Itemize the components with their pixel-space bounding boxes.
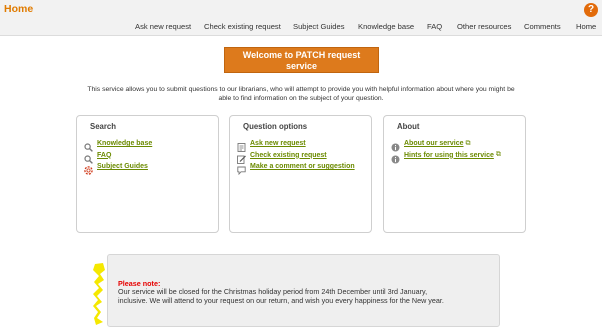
magnifier-icon (84, 139, 93, 152)
subject-guides-link[interactable]: Subject Guides (97, 163, 148, 170)
about-item-hints[interactable]: Hints for using this service ⧉ (391, 150, 501, 163)
search-item-subject-guides[interactable]: Subject Guides (84, 161, 152, 175)
options-item-ask-new-request[interactable]: Ask new request (237, 138, 355, 152)
ask-new-request-link[interactable]: Ask new request (250, 140, 306, 147)
question-options-title: Question options (243, 122, 308, 131)
faq-link[interactable]: FAQ (97, 152, 111, 159)
search-item-knowledge-base[interactable]: Knowledge base (84, 138, 152, 152)
nav-comments[interactable]: Comments (524, 22, 561, 31)
question-options-panel: Question options Ask new request Check e… (229, 115, 372, 233)
search-panel-title: Search (90, 122, 117, 131)
nav-home[interactable]: Home (576, 22, 596, 31)
nav-other-resources[interactable]: Other resources (457, 22, 511, 31)
external-link-icon: ⧉ (495, 151, 501, 158)
top-bar: Home ? Ask new request Check existing re… (0, 0, 602, 36)
nav-subject-guides[interactable]: Subject Guides (293, 22, 345, 31)
make-comment-link[interactable]: Make a comment or suggestion (250, 163, 355, 170)
about-panel-title: About (397, 122, 420, 131)
about-our-service-link[interactable]: About our service (404, 140, 464, 147)
search-item-faq[interactable]: FAQ (84, 150, 152, 164)
nav-ask-new-request[interactable]: Ask new request (135, 22, 191, 31)
home-title[interactable]: Home (4, 3, 33, 15)
welcome-line-1: Welcome to PATCH request (242, 50, 361, 60)
options-item-check-existing-request[interactable]: Check existing request (237, 150, 355, 164)
notice-line-2: inclusive. We will attend to your reques… (118, 296, 444, 305)
form-icon (237, 139, 246, 152)
notice-text: Our service will be closed for the Chris… (118, 287, 496, 305)
knowledge-base-link[interactable]: Knowledge base (97, 140, 152, 147)
help-button[interactable]: ? (584, 3, 598, 17)
welcome-line-2: service (285, 61, 318, 71)
hints-link[interactable]: Hints for using this service (404, 152, 494, 159)
notice-line-1: Our service will be closed for the Chris… (118, 287, 428, 296)
info-icon (391, 151, 400, 163)
about-item-about-service[interactable]: About our service ⧉ (391, 138, 501, 152)
intro-line-2: able to find information on the subject … (218, 95, 384, 102)
search-panel: Search Knowledge base FAQ Subject Guides (76, 115, 219, 233)
lifebuoy-icon (84, 162, 93, 175)
edit-icon (237, 151, 246, 164)
speech-bubble-icon (237, 162, 246, 176)
intro-line-1: This service allows you to submit questi… (87, 86, 515, 93)
nav-knowledge-base[interactable]: Knowledge base (358, 22, 414, 31)
options-item-comment[interactable]: Make a comment or suggestion (237, 161, 355, 176)
magnifier-icon (84, 151, 93, 164)
check-existing-request-link[interactable]: Check existing request (250, 152, 327, 159)
highlighter-mark (92, 262, 108, 326)
nav-faq[interactable]: FAQ (427, 22, 442, 31)
welcome-button[interactable]: Welcome to PATCH request service (224, 47, 379, 73)
info-icon (391, 139, 400, 152)
about-panel: About About our service ⧉ Hints for usin… (383, 115, 526, 233)
nav-check-existing-request[interactable]: Check existing request (204, 22, 281, 31)
external-link-icon: ⧉ (465, 139, 471, 147)
intro-text: This service allows you to submit questi… (70, 85, 532, 103)
notice-box: Please note: Our service will be closed … (107, 254, 500, 327)
